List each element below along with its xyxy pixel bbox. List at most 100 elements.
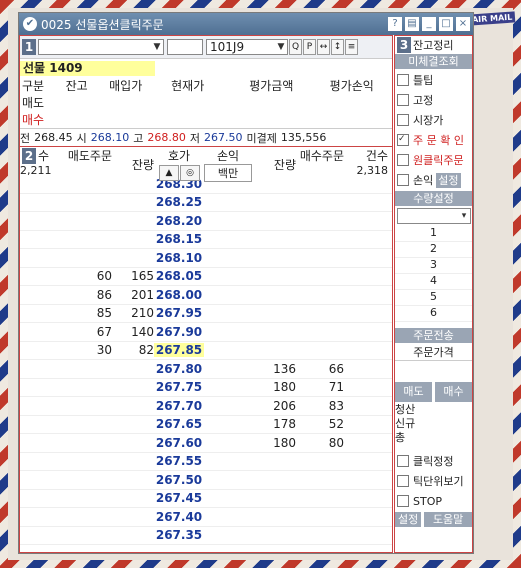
orderbook-row[interactable]: 67 140 267.90 bbox=[20, 323, 392, 342]
chevron-down-icon: ▾ bbox=[461, 211, 467, 221]
qty-list[interactable]: 123456 bbox=[395, 226, 472, 322]
menu-icon[interactable]: ▤ bbox=[405, 17, 419, 31]
password-field[interactable] bbox=[167, 39, 203, 55]
price-cell[interactable]: 267.50 bbox=[154, 473, 204, 487]
sell-remaining-cell: 210 bbox=[131, 306, 154, 321]
price-cell[interactable]: 267.35 bbox=[154, 528, 204, 542]
buy-button[interactable]: 매수 bbox=[435, 382, 472, 402]
price-cell[interactable]: 268.00 bbox=[154, 288, 204, 302]
qty-option[interactable]: 1 bbox=[395, 226, 472, 242]
buy-remaining-cell: 206 bbox=[273, 398, 296, 413]
pl-unit-button[interactable]: 백만 bbox=[204, 164, 252, 182]
arrow-left-right-icon[interactable]: ↔ bbox=[317, 39, 330, 55]
price-cell[interactable]: 268.05 bbox=[154, 269, 204, 283]
price-cell[interactable]: 267.70 bbox=[154, 399, 204, 413]
fixed-checkbox[interactable]: 고정 bbox=[395, 90, 472, 110]
sell-button[interactable]: 매도 bbox=[395, 382, 432, 402]
sell-order-cell[interactable]: 60 bbox=[60, 269, 112, 283]
qty-option[interactable]: 5 bbox=[395, 290, 472, 306]
orderbook-row[interactable]: 86 201 268.00 bbox=[20, 286, 392, 305]
buy-order-cell[interactable]: 71 bbox=[296, 380, 344, 394]
orderbook: 268.30 268.25 268.20 268.15 268.10 60 165 268.0… bbox=[20, 175, 392, 545]
orderbook-row[interactable]: 267.55 bbox=[20, 453, 392, 471]
sell-remaining-cell: 165 bbox=[131, 269, 154, 284]
orderbook-row[interactable]: 267.45 bbox=[20, 490, 392, 508]
sell-order-cell[interactable]: 86 bbox=[60, 288, 112, 302]
orderbook-row[interactable]: 267.70 206 83 bbox=[20, 397, 392, 416]
orderbook-row[interactable]: 267.75 180 71 bbox=[20, 379, 392, 397]
price-cell[interactable]: 267.60 bbox=[154, 436, 204, 450]
sell-order-cell[interactable]: 30 bbox=[60, 343, 112, 357]
table-row[interactable]: 매수 bbox=[20, 111, 392, 128]
arrow-up-down-icon[interactable]: ↕ bbox=[331, 39, 344, 55]
send-order-button[interactable]: 주문전송 bbox=[395, 328, 472, 343]
price-cell[interactable]: 268.15 bbox=[154, 232, 204, 246]
qty-stepper[interactable]: ▾ bbox=[397, 208, 471, 224]
unfilled-query-button[interactable]: 미체결조회 bbox=[395, 54, 472, 69]
qty-option[interactable]: 3 bbox=[395, 258, 472, 274]
setup-button[interactable]: 설정 bbox=[395, 512, 422, 527]
stop-checkbox[interactable]: STOP bbox=[395, 491, 472, 511]
price-cell[interactable]: 267.40 bbox=[154, 510, 204, 524]
orderbook-row[interactable]: 268.10 bbox=[20, 249, 392, 268]
sell-order-cell[interactable]: 85 bbox=[60, 306, 112, 320]
price-cell[interactable]: 267.65 bbox=[154, 417, 204, 431]
buy-order-cell[interactable]: 83 bbox=[296, 399, 344, 413]
orderbook-row[interactable]: 267.50 bbox=[20, 471, 392, 490]
qty-option[interactable]: 4 bbox=[395, 274, 472, 290]
orderbook-row[interactable]: 268.25 bbox=[20, 194, 392, 212]
help-button[interactable]: 도움말 bbox=[424, 512, 472, 527]
order-confirm-checkbox[interactable]: ✓ 주 문 확 인 bbox=[395, 130, 472, 150]
orderbook-row[interactable]: 267.35 bbox=[20, 527, 392, 545]
sell-order-cell[interactable]: 67 bbox=[60, 325, 112, 339]
account-select[interactable]: ▼ bbox=[38, 39, 164, 55]
orderbook-row[interactable]: 268.15 bbox=[20, 231, 392, 249]
tooltip-checkbox[interactable]: 틀팁 bbox=[395, 70, 472, 90]
title-bar: ✔ 0025 선물옵션클릭주문 ? ▤ _ □ × bbox=[19, 13, 473, 35]
orderbook-row[interactable]: 267.40 bbox=[20, 508, 392, 527]
help-icon[interactable]: ? bbox=[388, 17, 402, 31]
minimize-button[interactable]: _ bbox=[422, 17, 436, 31]
price-cell[interactable]: 268.25 bbox=[154, 195, 204, 209]
price-cell[interactable]: 267.95 bbox=[154, 306, 204, 320]
code-select[interactable]: 101J9 ▼ bbox=[206, 39, 288, 55]
settings-icon[interactable]: ≡ bbox=[345, 39, 358, 55]
qty-option[interactable]: 6 bbox=[395, 306, 472, 322]
price-cell[interactable]: 267.75 bbox=[154, 380, 204, 394]
tick-view-checkbox[interactable]: 틱단위보기 bbox=[395, 471, 472, 491]
orderbook-row[interactable]: 267.65 178 52 bbox=[20, 416, 392, 434]
stoploss-checkbox[interactable]: 손익 설정 bbox=[395, 170, 472, 190]
p-button[interactable]: P bbox=[303, 39, 316, 55]
price-cell[interactable]: 267.80 bbox=[154, 362, 204, 376]
price-cell[interactable]: 268.20 bbox=[154, 214, 204, 228]
qty-option[interactable]: 2 bbox=[395, 242, 472, 258]
orderbook-row[interactable]: 30 82 267.85 bbox=[20, 342, 392, 360]
orderbook-row[interactable]: 267.80 136 66 bbox=[20, 360, 392, 379]
balance-clear-button[interactable]: 잔고정리 bbox=[413, 37, 453, 53]
one-click-checkbox[interactable]: 원클릭주문 bbox=[395, 150, 472, 170]
search-button[interactable]: Q bbox=[289, 39, 302, 55]
buy-order-cell[interactable]: 52 bbox=[296, 417, 344, 431]
price-cell[interactable]: 267.85 bbox=[154, 343, 204, 358]
price-cell[interactable]: 267.55 bbox=[154, 454, 204, 468]
buy-order-cell[interactable]: 66 bbox=[296, 362, 344, 376]
orderbook-row[interactable]: 85 210 267.95 bbox=[20, 305, 392, 323]
stoploss-setup-button[interactable]: 설정 bbox=[436, 172, 461, 188]
click-fix-checkbox[interactable]: 클릭정정 bbox=[395, 451, 472, 471]
price-cell[interactable]: 268.10 bbox=[154, 251, 204, 265]
price-center-button[interactable]: ◎ bbox=[180, 165, 200, 181]
price-cell[interactable]: 267.90 bbox=[154, 325, 204, 339]
orderbook-row[interactable]: 267.60 180 80 bbox=[20, 434, 392, 453]
buy-remaining-cell: 180 bbox=[273, 435, 296, 450]
orderbook-row[interactable]: 60 165 268.05 bbox=[20, 268, 392, 286]
qty-setup-button[interactable]: 수량설정 bbox=[395, 191, 472, 206]
orderbook-row[interactable]: 268.20 bbox=[20, 212, 392, 231]
table-row[interactable]: 매도 bbox=[20, 94, 392, 111]
buy-order-cell[interactable]: 80 bbox=[296, 436, 344, 450]
price-up-button[interactable]: ▲ bbox=[159, 165, 179, 181]
maximize-button[interactable]: □ bbox=[439, 17, 453, 31]
market-price-checkbox[interactable]: 시장가 bbox=[395, 110, 472, 130]
price-cell[interactable]: 267.45 bbox=[154, 491, 204, 505]
order-price-label: 주문가격 bbox=[395, 344, 472, 361]
close-button[interactable]: × bbox=[456, 17, 470, 31]
